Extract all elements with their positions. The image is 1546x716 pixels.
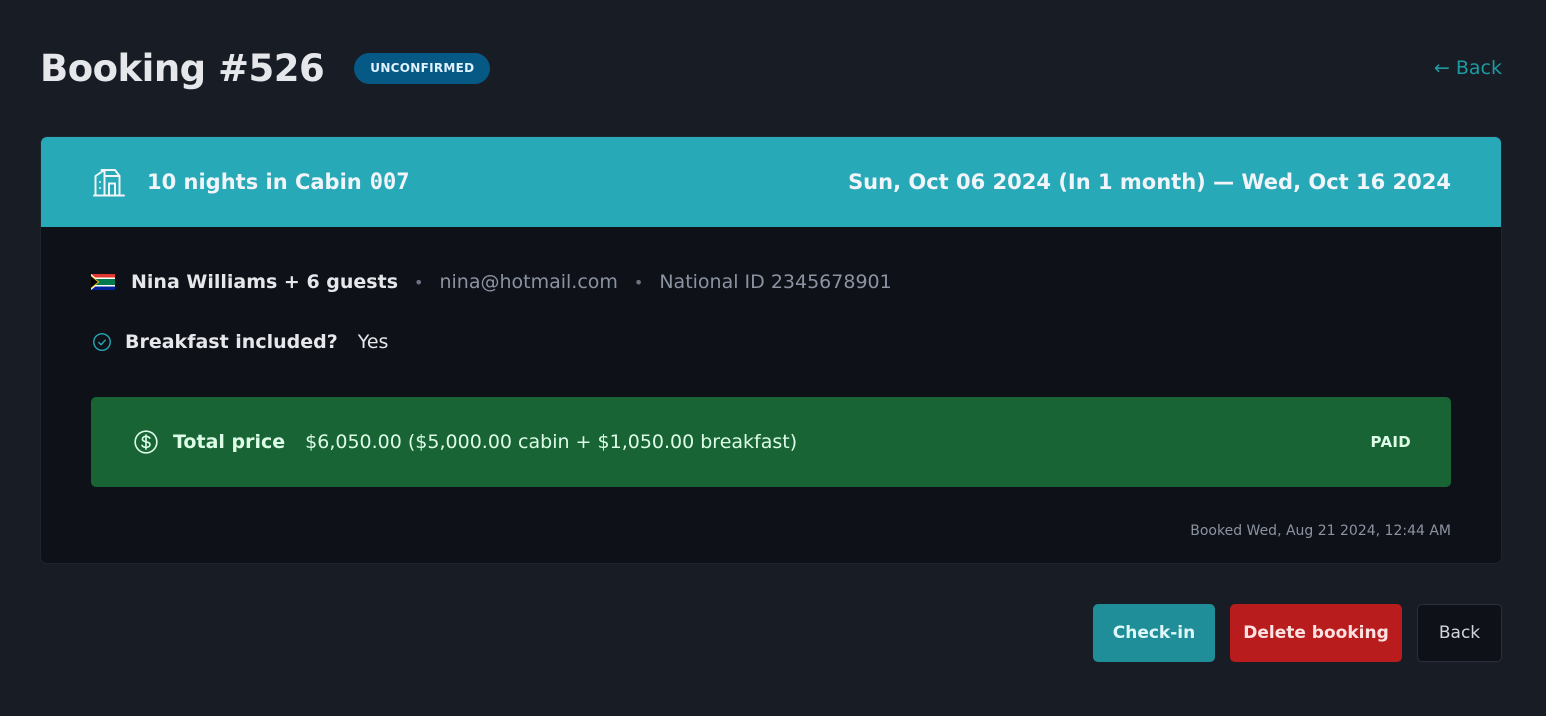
stay-summary: 10 nights in Cabin 007 xyxy=(91,164,410,200)
check-in-button[interactable]: Check-in xyxy=(1093,604,1215,662)
stay-dates: Sun, Oct 06 2024 (In 1 month) — Wed, Oct… xyxy=(848,170,1451,194)
page-title: Booking #526 xyxy=(40,46,325,90)
dollar-circle-icon xyxy=(134,430,158,454)
title-group: Booking #526 UNCONFIRMED xyxy=(40,46,491,90)
breakfast-label: Breakfast included? xyxy=(125,331,338,353)
house-icon xyxy=(93,169,125,197)
delete-booking-button[interactable]: Delete booking xyxy=(1230,604,1402,662)
separator-dot: • xyxy=(414,272,424,292)
stay-nights: 10 nights in Cabin 007 xyxy=(147,170,410,195)
stay-summary-text: 10 nights in Cabin xyxy=(147,169,362,194)
price-summary: Total price $6,050.00 ($5,000.00 cabin +… xyxy=(133,429,797,455)
guest-national-id: National ID 2345678901 xyxy=(659,271,892,293)
booking-card: 10 nights in Cabin 007 Sun, Oct 06 2024 (… xyxy=(40,136,1502,564)
price-label: Total price xyxy=(173,431,286,453)
separator-dot: • xyxy=(633,272,644,292)
back-link[interactable]: ← Back xyxy=(1434,57,1502,79)
price-box: Total price $6,050.00 ($5,000.00 cabin +… xyxy=(91,397,1451,487)
page-header: Booking #526 UNCONFIRMED ← Back xyxy=(40,40,1502,96)
south-africa-flag-icon xyxy=(91,274,115,290)
action-buttons: Check-in Delete booking Back xyxy=(1093,604,1502,662)
booking-detail-page: Booking #526 UNCONFIRMED ← Back 10 night… xyxy=(0,0,1546,716)
guest-name: Nina Williams + 6 guests xyxy=(131,271,399,293)
booked-timestamp: Booked Wed, Aug 21 2024, 12:44 AM xyxy=(1190,523,1451,539)
payment-status: PAID xyxy=(1370,433,1411,451)
price-value: $6,050.00 ($5,000.00 cabin + $1,050.00 b… xyxy=(305,431,798,453)
status-badge: UNCONFIRMED xyxy=(354,52,491,84)
back-button[interactable]: Back xyxy=(1417,604,1502,662)
check-circle-icon xyxy=(93,333,111,351)
breakfast-value: Yes xyxy=(357,331,389,353)
guest-row: Nina Williams + 6 guests • nina@hotmail.… xyxy=(91,267,1451,297)
stay-header: 10 nights in Cabin 007 Sun, Oct 06 2024 (… xyxy=(41,137,1501,227)
guest-email: nina@hotmail.com xyxy=(439,271,618,293)
breakfast-row: Breakfast included? Yes xyxy=(91,327,1451,357)
booking-details: Nina Williams + 6 guests • nina@hotmail.… xyxy=(41,227,1501,539)
cabin-number: 007 xyxy=(369,169,410,195)
